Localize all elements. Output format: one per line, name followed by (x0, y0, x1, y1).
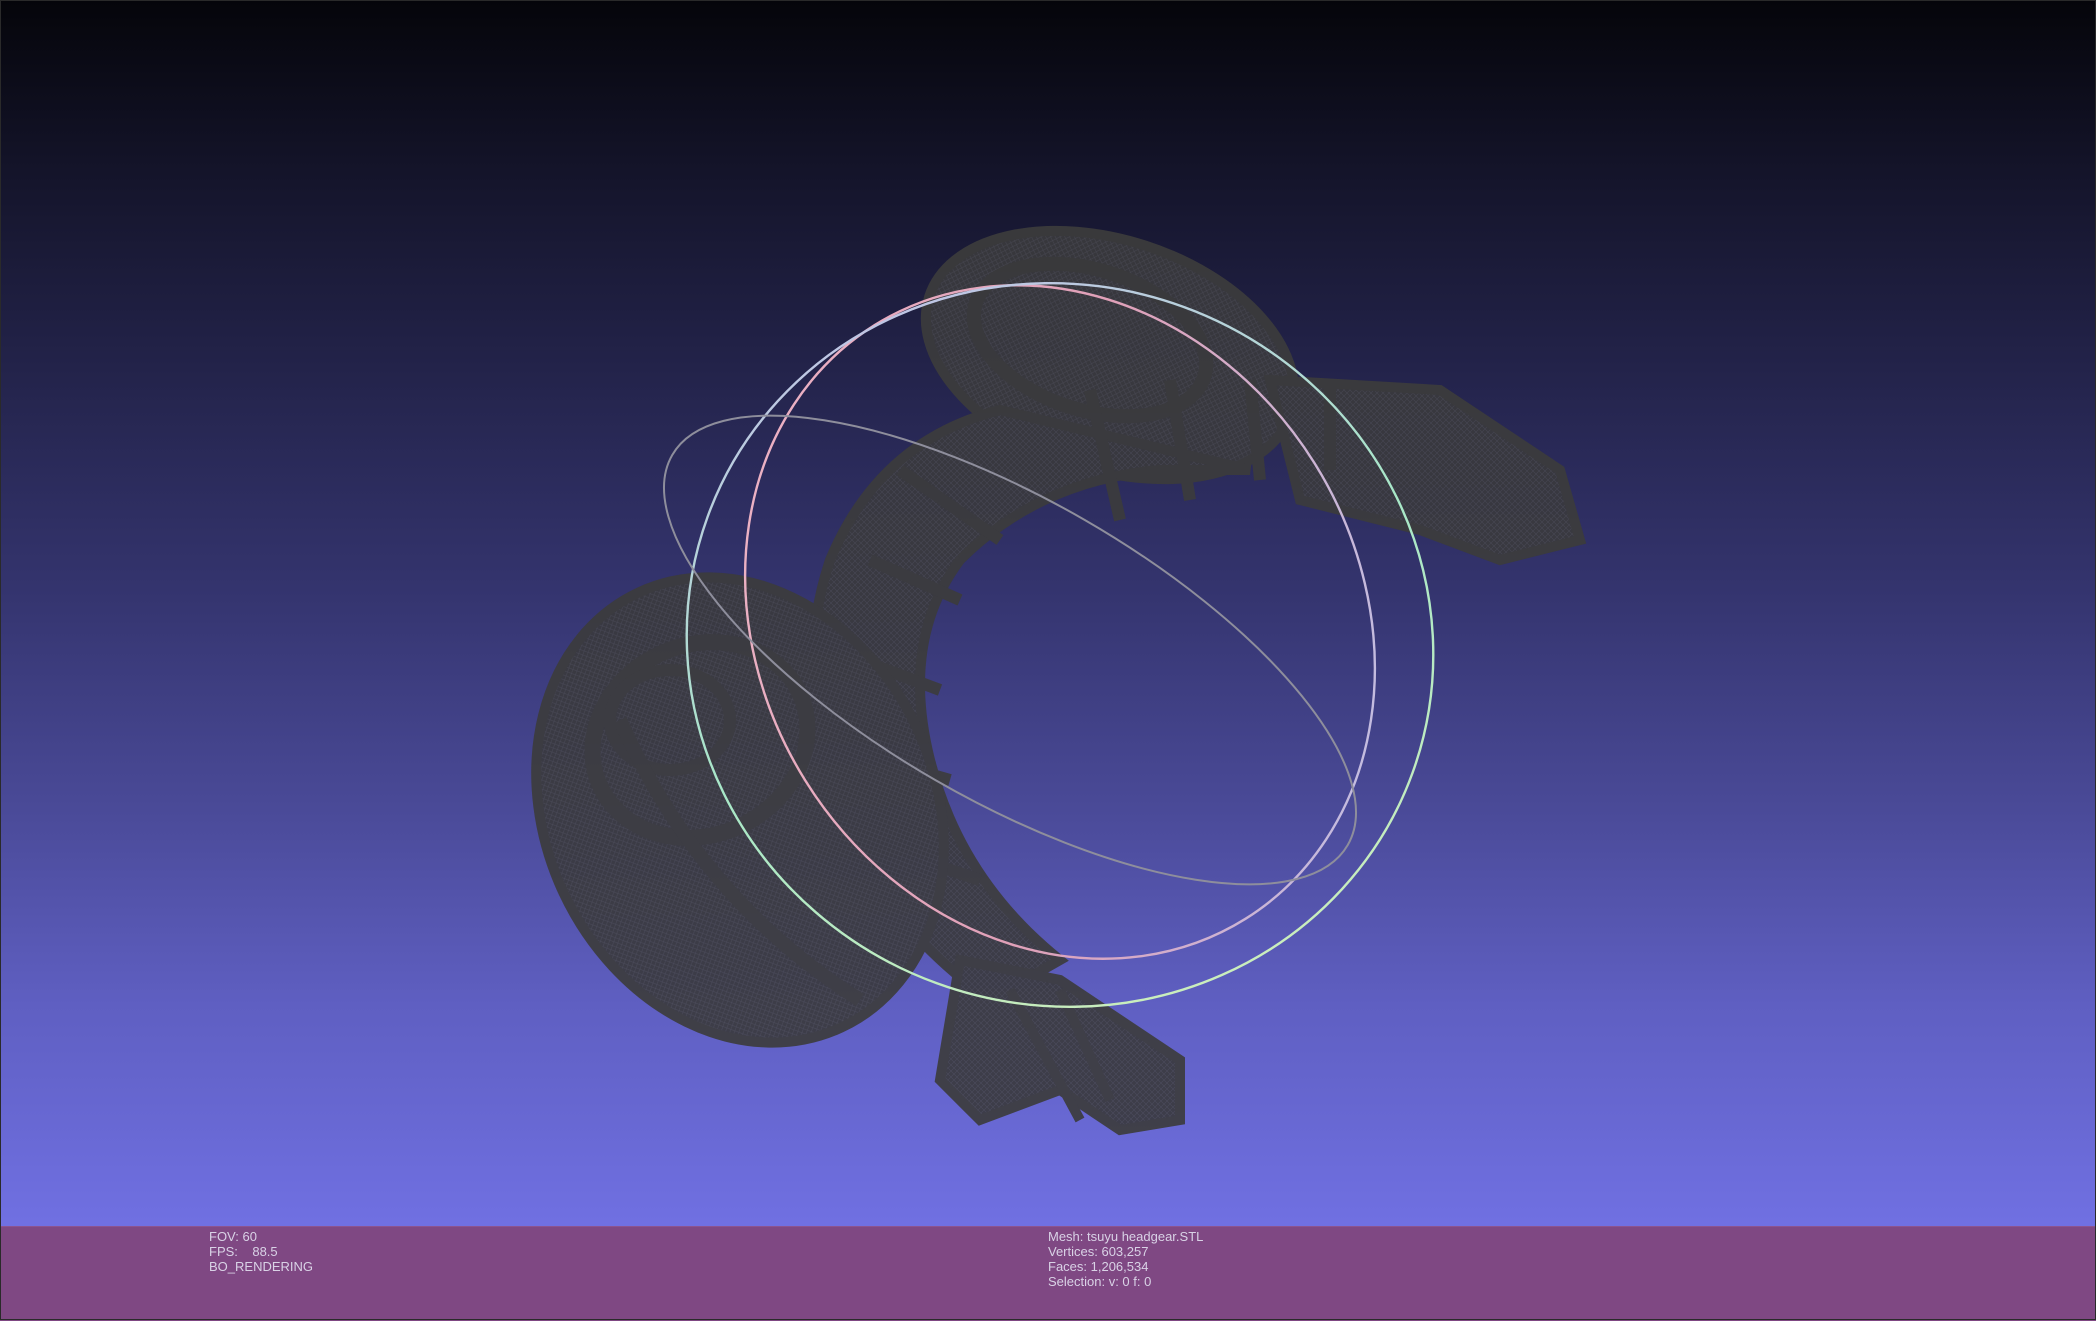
scene-canvas[interactable] (0, 0, 2096, 1226)
render-mode-label: BO_RENDERING (209, 1259, 314, 1274)
faces-label: Faces: 1,206,534 (1048, 1259, 1149, 1274)
selection-label: Selection: v: 0 f: 0 (1048, 1274, 1152, 1289)
mesh-info: Mesh: tsuyu headgear.STL Vertices: 603,2… (1048, 1229, 1203, 1289)
vertices-label: Vertices: 603,257 (1048, 1244, 1149, 1259)
lower-arm (934, 954, 1185, 1136)
upper-arm (1263, 374, 1587, 566)
fps-label: FPS: 88.5 (209, 1244, 278, 1259)
render-info: FOV: 60 FPS: 88.5 BO_RENDERING (209, 1229, 313, 1274)
mesh-model (531, 225, 1587, 1136)
mesh-name-label: Mesh: tsuyu headgear.STL (1048, 1229, 1204, 1244)
status-bar: FOV: 60 FPS: 88.5 BO_RENDERING Mesh: tsu… (0, 1226, 2096, 1321)
fov-label: FOV: 60 (209, 1229, 257, 1244)
3d-viewport[interactable] (0, 0, 2096, 1226)
